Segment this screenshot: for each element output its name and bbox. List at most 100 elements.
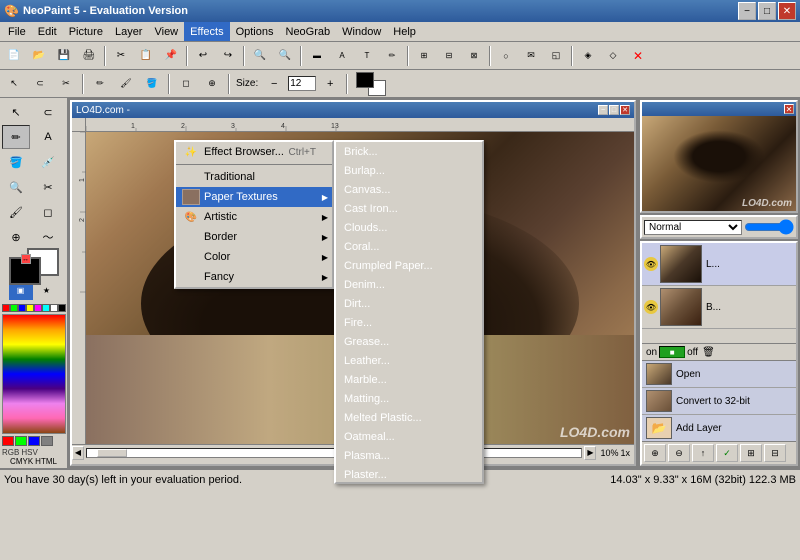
size-input[interactable] [288, 76, 316, 91]
effects-border-item[interactable]: Border ▶ [176, 227, 332, 247]
tb2-pencil[interactable]: ✏ [88, 73, 112, 95]
texture-crumpled-paper[interactable]: Crumpled Paper... [336, 256, 482, 275]
tb-cancel[interactable]: ✕ [626, 45, 650, 67]
tool-zoom[interactable]: 🔍 [2, 175, 30, 199]
texture-matting[interactable]: Matting... [336, 389, 482, 408]
menu-options[interactable]: Options [230, 22, 280, 41]
tb-b3[interactable]: T [355, 45, 379, 67]
layer-item-1[interactable]: 👁 L... [642, 243, 796, 286]
tb-redo[interactable]: ↪ [216, 45, 240, 67]
canvas-close-btn[interactable]: ✕ [620, 105, 630, 115]
effects-fancy-item[interactable]: Fancy ▶ [176, 267, 332, 287]
tool-smudge[interactable]: 〜 [34, 225, 62, 249]
texture-coral[interactable]: Coral... [336, 237, 482, 256]
tb2-stamp[interactable]: ⊕ [200, 73, 224, 95]
tb-c1[interactable]: ⊞ [412, 45, 436, 67]
layer-ctrl-4[interactable]: ✓ [716, 444, 738, 462]
effects-color-item[interactable]: Color ▶ [176, 247, 332, 267]
mini-gray[interactable] [41, 436, 53, 446]
tb-d2[interactable]: ✉ [519, 45, 543, 67]
layer-ctrl-1[interactable]: ⊕ [644, 444, 666, 462]
tb-undo[interactable]: ↩ [191, 45, 215, 67]
tb-print[interactable]: 🖨 [77, 45, 101, 67]
scroll-right-btn[interactable]: ▶ [584, 446, 596, 460]
effects-browser-item[interactable]: ✨ Effect Browser... Ctrl+T [176, 142, 332, 162]
tb-e1[interactable]: ◈ [576, 45, 600, 67]
texture-oatmeal[interactable]: Oatmeal... [336, 427, 482, 446]
texture-leather[interactable]: Leather... [336, 351, 482, 370]
texture-melted-plastic[interactable]: Melted Plastic... [336, 408, 482, 427]
tb-b2[interactable]: A [330, 45, 354, 67]
layer-ctrl-6[interactable]: ⊟ [764, 444, 786, 462]
texture-marble[interactable]: Marble... [336, 370, 482, 389]
menu-picture[interactable]: Picture [63, 22, 109, 41]
mini-blue[interactable] [28, 436, 40, 446]
pal-red[interactable] [2, 304, 10, 312]
tb-c3[interactable]: ⊠ [462, 45, 486, 67]
layer-1-eye[interactable]: 👁 [644, 257, 658, 271]
toggle-on[interactable]: ■ [659, 346, 685, 358]
texture-fire[interactable]: Fire... [336, 313, 482, 332]
tb-save[interactable]: 💾 [52, 45, 76, 67]
pal-magenta[interactable] [34, 304, 42, 312]
opacity-slider[interactable] [744, 219, 794, 235]
layer-ctrl-3[interactable]: ↑ [692, 444, 714, 462]
tb2-fill[interactable]: 🪣 [140, 73, 164, 95]
tb-paste[interactable]: 📌 [159, 45, 183, 67]
tb2-brush[interactable]: 🖌 [114, 73, 138, 95]
size-minus[interactable]: − [262, 73, 286, 95]
layer-action-add[interactable]: 📂 Add Layer [642, 415, 796, 441]
h-scrollbar-thumb[interactable] [97, 449, 127, 457]
tool-pencil[interactable]: ✏ [2, 125, 30, 149]
texture-grease[interactable]: Grease... [336, 332, 482, 351]
scroll-left-btn[interactable]: ◀ [72, 446, 84, 460]
tb-d1[interactable]: ○ [494, 45, 518, 67]
tb-e2[interactable]: ◇ [601, 45, 625, 67]
tb-c2[interactable]: ⊟ [437, 45, 461, 67]
pal-white[interactable] [50, 304, 58, 312]
mini-preview-close[interactable]: ✕ [784, 104, 794, 114]
menu-window[interactable]: Window [336, 22, 387, 41]
pal-cyan[interactable] [42, 304, 50, 312]
pal-blue[interactable] [18, 304, 26, 312]
tool-clone[interactable]: ⊕ [2, 225, 30, 249]
tool-eraser[interactable]: ◻ [34, 200, 62, 224]
layer-action-open[interactable]: Open [642, 361, 796, 388]
tool-lasso[interactable]: ⊂ [34, 100, 62, 124]
tb2-select[interactable]: ↖ [2, 73, 26, 95]
close-button[interactable]: ✕ [778, 2, 796, 20]
tb-open[interactable]: 📂 [27, 45, 51, 67]
size-plus[interactable]: + [318, 73, 342, 95]
tb2-eraser[interactable]: ◻ [174, 73, 198, 95]
blend-mode-select[interactable]: Normal Multiply Screen [644, 220, 742, 235]
menu-layer[interactable]: Layer [109, 22, 149, 41]
tb-b4[interactable]: ✏ [380, 45, 404, 67]
tool-text[interactable]: A [34, 125, 62, 149]
tool-arrow[interactable]: ↖ [2, 100, 30, 124]
texture-burlap[interactable]: Burlap... [336, 161, 482, 180]
canvas-max-btn[interactable]: □ [609, 105, 619, 115]
tool-fill[interactable]: 🪣 [2, 150, 30, 174]
layer-ctrl-5[interactable]: ⊞ [740, 444, 762, 462]
texture-canvas[interactable]: Canvas... [336, 180, 482, 199]
layer-item-2[interactable]: 👁 B... [642, 286, 796, 329]
tool-brush[interactable]: 🖌 [2, 200, 30, 224]
tool-eyedrop[interactable]: 💉 [34, 150, 62, 174]
pal-green[interactable] [10, 304, 18, 312]
tb-d3[interactable]: ◱ [544, 45, 568, 67]
effects-paper-textures-item[interactable]: Paper Textures ▶ [176, 187, 332, 207]
tb-cut[interactable]: ✂ [109, 45, 133, 67]
canvas-min-btn[interactable]: − [598, 105, 608, 115]
menu-edit[interactable]: Edit [32, 22, 63, 41]
pal-black[interactable] [58, 304, 66, 312]
texture-cast-iron[interactable]: Cast Iron... [336, 199, 482, 218]
minimize-button[interactable]: − [738, 2, 756, 20]
effects-traditional-item[interactable]: Traditional [176, 167, 332, 187]
layer-ctrl-2[interactable]: ⊖ [668, 444, 690, 462]
layer-action-convert[interactable]: Convert to 32-bit [642, 388, 796, 415]
swap-colors[interactable]: ↔ [21, 254, 31, 264]
menu-neograb[interactable]: NeoGrab [280, 22, 337, 41]
texture-denim[interactable]: Denim... [336, 275, 482, 294]
menu-file[interactable]: File [2, 22, 32, 41]
tool-crop[interactable]: ✂ [34, 175, 62, 199]
